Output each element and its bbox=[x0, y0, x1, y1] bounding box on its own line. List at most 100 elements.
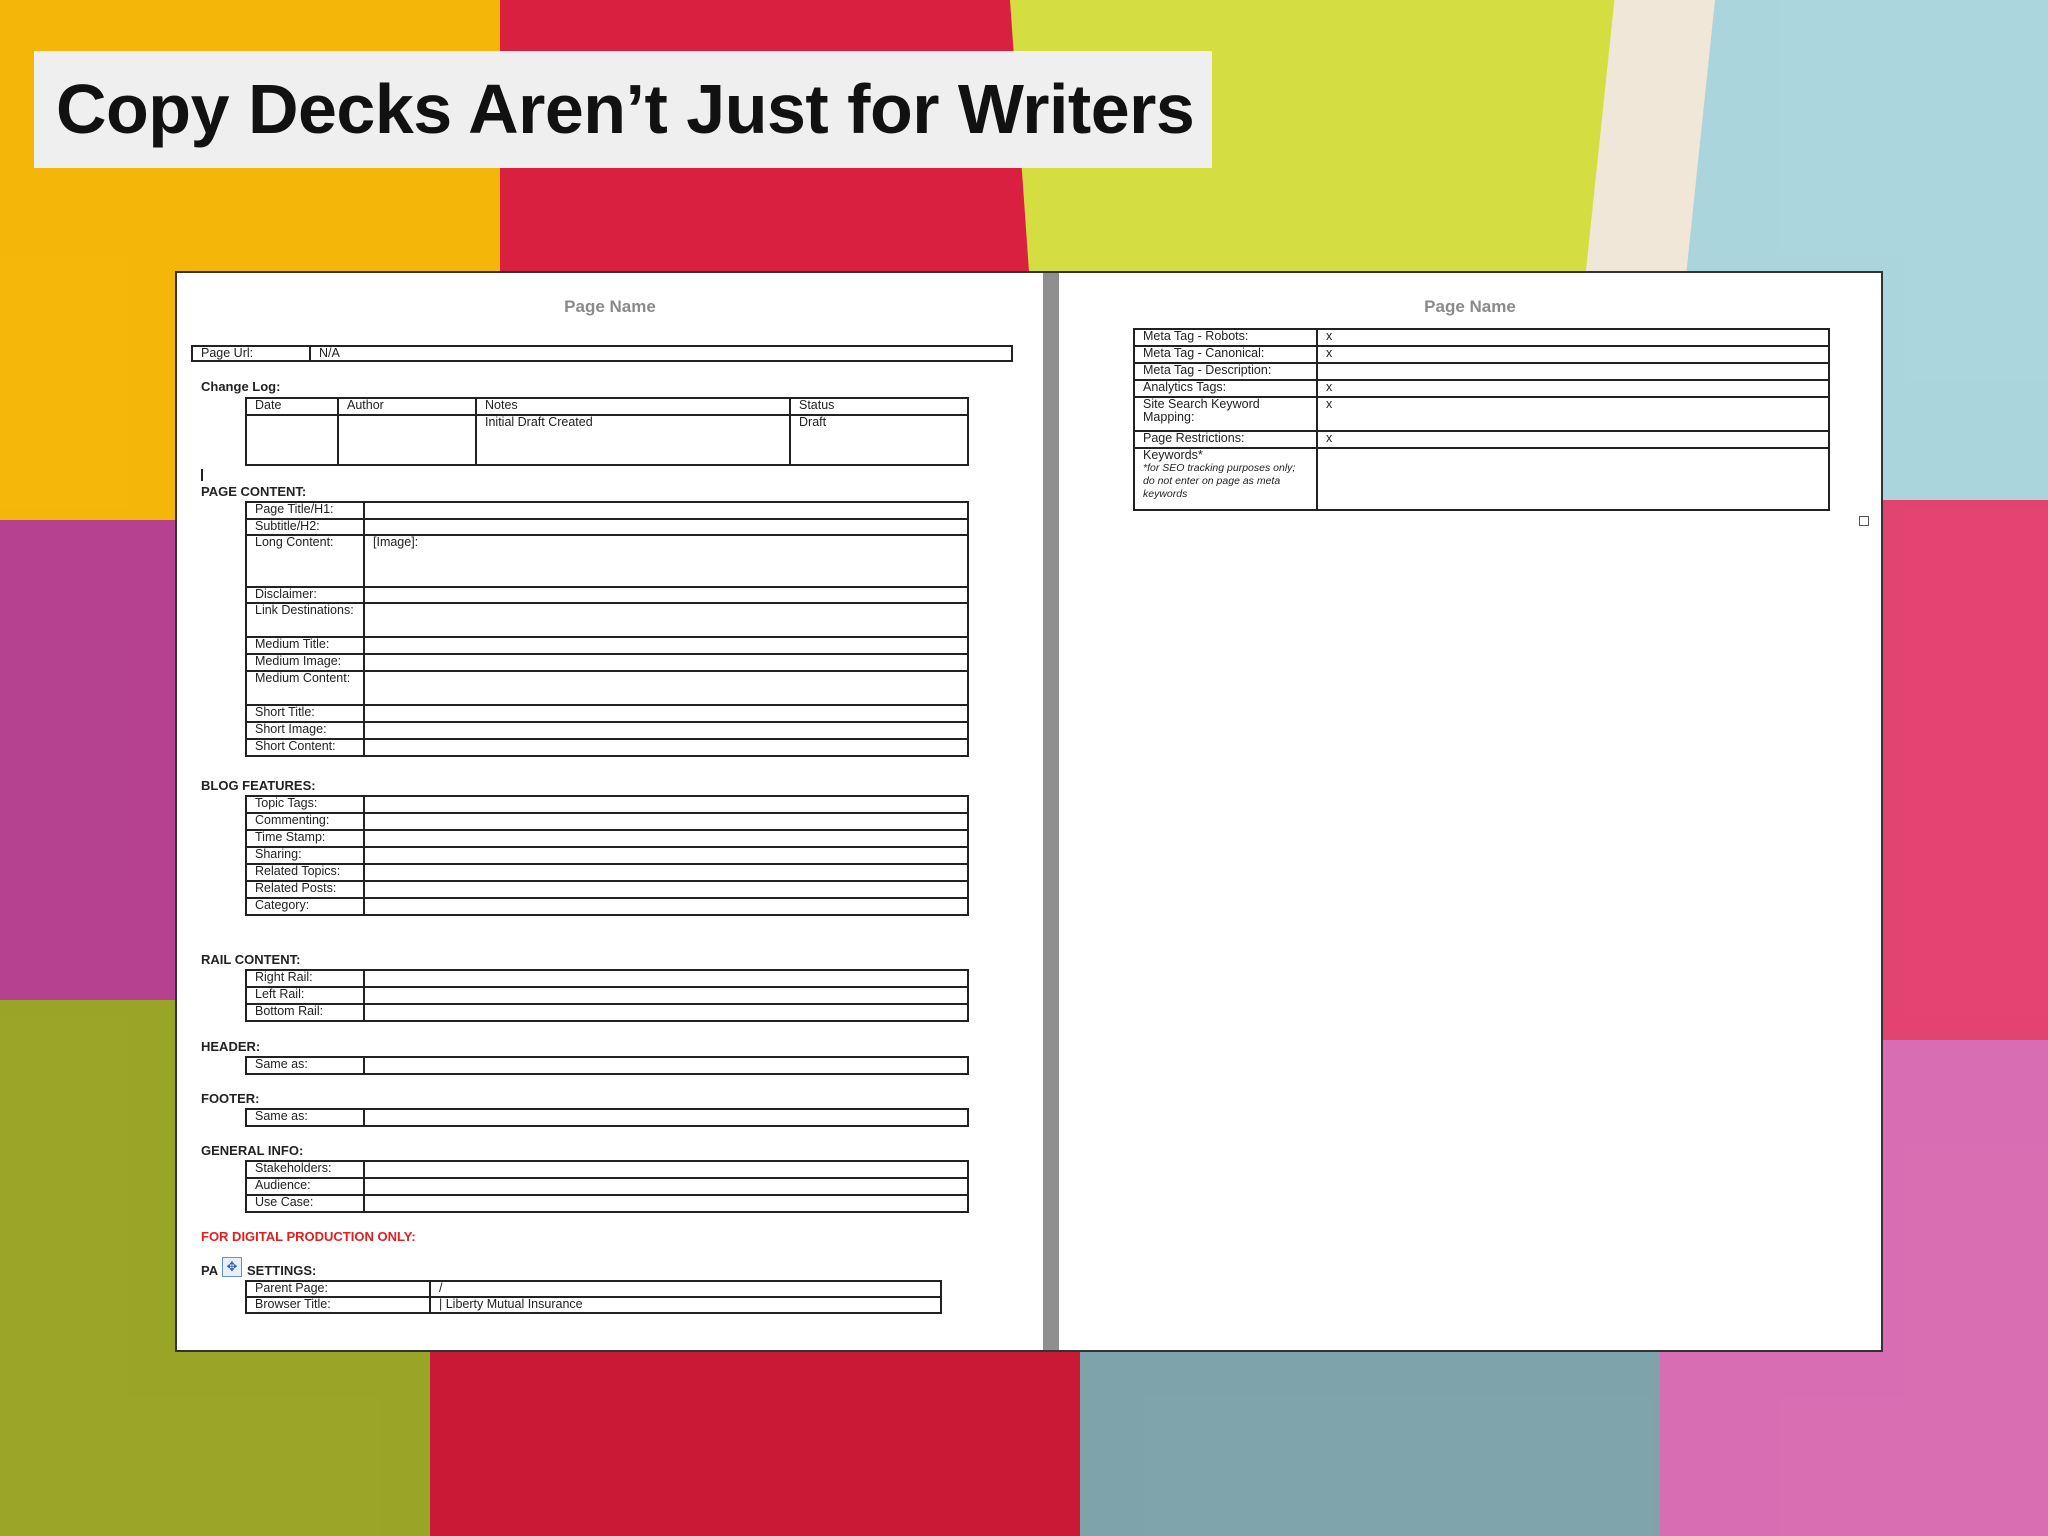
page-content-table: Page Title/H1: Subtitle/H2: Long Content… bbox=[245, 501, 969, 757]
table-row-value[interactable] bbox=[363, 880, 969, 899]
keywords-cell: Keywords* *for SEO tracking purposes onl… bbox=[1133, 447, 1318, 511]
table-row-label: Category: bbox=[245, 897, 365, 916]
digital-production-heading: FOR DIGITAL PRODUCTION ONLY: bbox=[201, 1229, 416, 1244]
table-row-label: Time Stamp: bbox=[245, 829, 365, 848]
move-arrows-icon[interactable]: ✥ bbox=[222, 1257, 242, 1277]
table-row-value[interactable]: x bbox=[1316, 379, 1830, 398]
table-row-label: Stakeholders: bbox=[245, 1160, 365, 1179]
page-divider bbox=[1043, 273, 1059, 1350]
table-row-label: Site Search Keyword Mapping: bbox=[1133, 396, 1318, 432]
table-row-value[interactable] bbox=[363, 1160, 969, 1179]
slide-title-box: Copy Decks Aren’t Just for Writers bbox=[34, 51, 1212, 168]
header-heading: HEADER: bbox=[201, 1039, 261, 1054]
change-log-status-cell[interactable]: Draft bbox=[789, 414, 969, 466]
change-log-author-cell[interactable] bbox=[337, 414, 477, 466]
page-content-heading: PAGE CONTENT: bbox=[201, 484, 307, 499]
table-row-label: Sharing: bbox=[245, 846, 365, 865]
table-row-value[interactable] bbox=[363, 829, 969, 848]
table-row-value[interactable]: x bbox=[1316, 396, 1830, 432]
page-name-heading: Page Name bbox=[1424, 297, 1516, 316]
table-row-value[interactable] bbox=[363, 670, 969, 706]
rail-content-table: Right Rail: Left Rail: Bottom Rail: bbox=[245, 969, 969, 1022]
general-info-heading: GENERAL INFO: bbox=[201, 1143, 304, 1158]
page-name-heading: Page Name bbox=[564, 297, 656, 316]
page-settings-heading-end: SETTINGS: bbox=[247, 1263, 317, 1278]
keywords-note: *for SEO tracking purposes only; do not … bbox=[1143, 461, 1296, 500]
change-log-table: Date Author Notes Status Initial Draft C… bbox=[245, 397, 969, 466]
table-row-label: Same as: bbox=[245, 1108, 365, 1127]
change-log-date-cell[interactable] bbox=[245, 414, 339, 466]
page-url-table: Page Url: N/A bbox=[191, 345, 1013, 362]
page-settings-table: Parent Page: / Browser Title: | Liberty Mu… bbox=[245, 1280, 942, 1314]
change-log-notes-cell[interactable]: Initial Draft Created bbox=[475, 414, 791, 466]
table-row-value[interactable]: x bbox=[1316, 328, 1830, 347]
table-row-value[interactable] bbox=[1316, 362, 1830, 381]
table-row-label: Topic Tags: bbox=[245, 795, 365, 814]
table-row-value[interactable]: [Image]: bbox=[363, 534, 969, 588]
table-row-label: Left Rail: bbox=[245, 986, 365, 1005]
table-row-value[interactable] bbox=[363, 863, 969, 882]
table-row-label: Subtitle/H2: bbox=[245, 518, 365, 536]
table-row-label: Use Case: bbox=[245, 1194, 365, 1213]
table-row-value[interactable] bbox=[363, 1003, 969, 1022]
table-row-value[interactable] bbox=[363, 1177, 969, 1196]
table-row-label: Analytics Tags: bbox=[1133, 379, 1318, 398]
table-row-value[interactable]: | Liberty Mutual Insurance bbox=[429, 1296, 942, 1314]
table-row-label: Same as: bbox=[245, 1056, 365, 1075]
table-row-value[interactable] bbox=[363, 653, 969, 672]
table-row-value[interactable]: / bbox=[429, 1280, 942, 1298]
table-row-label: Meta Tag - Description: bbox=[1133, 362, 1318, 381]
table-row-label: Meta Tag - Canonical: bbox=[1133, 345, 1318, 364]
table-row-label: Disclaimer: bbox=[245, 586, 365, 604]
table-row-value[interactable] bbox=[363, 721, 969, 740]
table-row-value[interactable] bbox=[363, 586, 969, 604]
table-row-value[interactable] bbox=[363, 1056, 969, 1075]
table-row-value[interactable]: x bbox=[1316, 430, 1830, 449]
table-row-label: Right Rail: bbox=[245, 969, 365, 988]
table-row-label: Long Content: bbox=[245, 534, 365, 588]
table-row-label: Related Topics: bbox=[245, 863, 365, 882]
table-row-label: Related Posts: bbox=[245, 880, 365, 899]
table-row-value[interactable] bbox=[363, 602, 969, 638]
table-row-value[interactable] bbox=[363, 1194, 969, 1213]
table-row-value[interactable] bbox=[363, 704, 969, 723]
table-row-label: Medium Title: bbox=[245, 636, 365, 655]
table-row-value[interactable]: x bbox=[1316, 345, 1830, 364]
table-row-value[interactable] bbox=[363, 986, 969, 1005]
left-page: Page Name Page Url: N/A Change Log: Date… bbox=[177, 273, 1043, 1350]
blog-features-table: Topic Tags: Commenting: Time Stamp: Shar… bbox=[245, 795, 969, 916]
table-row-label: Page Restrictions: bbox=[1133, 430, 1318, 449]
blog-features-heading: BLOG FEATURES: bbox=[201, 778, 316, 793]
resize-handle-icon[interactable] bbox=[1859, 516, 1869, 526]
table-row-value[interactable] bbox=[363, 969, 969, 988]
table-row-label: Short Title: bbox=[245, 704, 365, 723]
change-log-header-author: Author bbox=[337, 397, 477, 416]
table-row-value[interactable] bbox=[363, 636, 969, 655]
meta-settings-table: Meta Tag - Robots: x Meta Tag - Canonical… bbox=[1133, 328, 1830, 511]
table-row-value[interactable] bbox=[363, 1108, 969, 1127]
page-url-label: Page Url: bbox=[191, 345, 311, 362]
table-row-value[interactable] bbox=[363, 812, 969, 831]
table-row-label: Short Image: bbox=[245, 721, 365, 740]
footer-heading: FOOTER: bbox=[201, 1091, 260, 1106]
table-row-value[interactable] bbox=[363, 795, 969, 814]
table-row-label: Parent Page: bbox=[245, 1280, 431, 1298]
text-cursor-icon bbox=[201, 469, 203, 481]
right-page: Page Name Meta Tag - Robots: x Meta Tag -… bbox=[1059, 273, 1881, 1350]
table-row-value[interactable] bbox=[363, 897, 969, 916]
table-row-value[interactable] bbox=[363, 846, 969, 865]
header-table: Same as: bbox=[245, 1056, 969, 1075]
table-row-value[interactable] bbox=[363, 518, 969, 536]
copy-deck-document: Page Name Page Url: N/A Change Log: Date… bbox=[175, 271, 1883, 1352]
table-row-label: Browser Title: bbox=[245, 1296, 431, 1314]
change-log-header-date: Date bbox=[245, 397, 339, 416]
table-row-label: Medium Image: bbox=[245, 653, 365, 672]
page-url-value[interactable]: N/A bbox=[309, 345, 1013, 362]
page-settings-heading-start: PA bbox=[201, 1263, 219, 1278]
change-log-heading: Change Log: bbox=[201, 379, 281, 394]
table-row-value[interactable] bbox=[363, 738, 969, 757]
table-row-value[interactable] bbox=[1316, 447, 1830, 511]
slide-title: Copy Decks Aren’t Just for Writers bbox=[56, 70, 1195, 148]
table-row-value[interactable] bbox=[363, 501, 969, 520]
table-row-label: Meta Tag - Robots: bbox=[1133, 328, 1318, 347]
